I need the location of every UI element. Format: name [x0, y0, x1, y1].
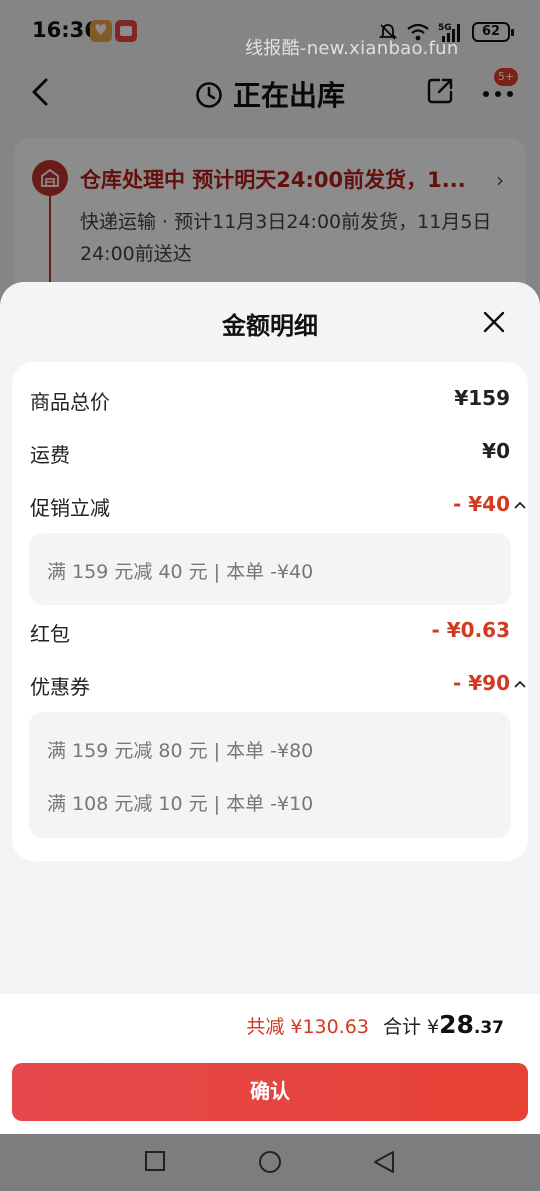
confirm-button[interactable]: 确认	[12, 1063, 528, 1121]
chevron-up-icon[interactable]	[514, 501, 526, 509]
coupon-item: 满 159 元减 80 元 | 本单 -¥80	[47, 740, 314, 762]
promotion-label: 促销立减	[30, 496, 110, 520]
checkout-bar: 共减 ¥130.63 合计 ¥28.37 确认	[0, 994, 540, 1134]
home-icon[interactable]	[258, 1150, 282, 1174]
coupon-value: - ¥90	[452, 671, 510, 695]
total-amount-decimal: .37	[473, 1018, 504, 1038]
coupon-value-wrap: - ¥90	[453, 671, 526, 695]
promotion-value: - ¥40	[452, 492, 510, 516]
shipping-value: ¥0	[482, 439, 510, 463]
total-saved: 共减 ¥130.63	[246, 1016, 369, 1038]
coupon-row[interactable]: 优惠券 - ¥90	[30, 671, 526, 701]
goods-total-value: ¥159	[454, 386, 510, 410]
chevron-up-icon[interactable]	[514, 680, 526, 688]
close-icon[interactable]	[482, 310, 506, 334]
promotion-item: 满 159 元减 40 元 | 本单 -¥40	[47, 561, 314, 583]
sheet-title: 金额明细	[222, 312, 318, 340]
red-packet-label: 红包	[30, 622, 70, 646]
shipping-row: 运费 ¥0	[30, 439, 512, 469]
coupon-item: 满 108 元减 10 元 | 本单 -¥10	[47, 793, 314, 815]
goods-total-label: 商品总价	[30, 390, 110, 414]
watermark: 线报酷-new.xianbao.fun	[245, 38, 459, 59]
shipping-label: 运费	[30, 443, 70, 467]
red-packet-value: - ¥0.63	[431, 618, 510, 642]
coupon-detail-box: 满 159 元减 80 元 | 本单 -¥80 满 108 元减 10 元 | …	[29, 712, 511, 838]
recent-apps-icon[interactable]	[144, 1150, 166, 1172]
total-amount-integer: 28	[439, 1010, 474, 1039]
system-nav-bar	[0, 1134, 540, 1191]
coupon-label: 优惠券	[30, 675, 90, 699]
amount-detail-card: 商品总价 ¥159 运费 ¥0 促销立减 - ¥40 满 159 元减 40 元…	[12, 362, 528, 861]
promotion-row[interactable]: 促销立减 - ¥40	[30, 492, 526, 522]
promotion-detail-box: 满 159 元减 40 元 | 本单 -¥40	[29, 533, 511, 605]
promotion-value-wrap: - ¥40	[453, 492, 526, 516]
goods-total-row: 商品总价 ¥159	[30, 386, 512, 416]
total-label: 合计 ¥	[382, 1016, 440, 1038]
red-packet-row: 红包 - ¥0.63	[30, 618, 512, 648]
totals: 共减 ¥130.63 合计 ¥28.37	[246, 1010, 504, 1039]
back-nav-icon[interactable]	[372, 1150, 396, 1174]
